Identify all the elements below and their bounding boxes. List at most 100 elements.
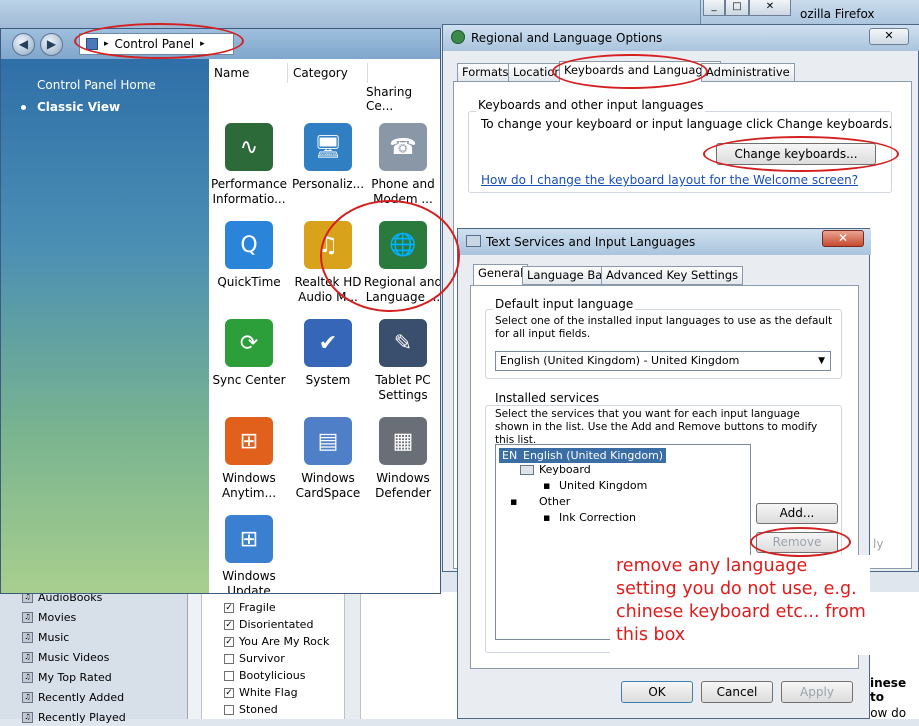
playlist-item[interactable]: ♫ Music — [22, 628, 69, 646]
playlist-icon: ♫ — [22, 711, 33, 723]
control-panel-item-label: QuickTime — [217, 275, 281, 289]
column-name[interactable]: Name — [209, 63, 288, 83]
song-row[interactable]: Stoned — [224, 701, 278, 718]
chevron-down-icon[interactable]: ▼ — [818, 352, 825, 370]
song-row[interactable]: ✓ Fragile — [224, 599, 276, 616]
control-panel-item[interactable]: ▦ Windows Defender — [363, 417, 440, 501]
forward-button[interactable]: ▶ — [40, 33, 63, 56]
add-button[interactable]: Add... — [756, 503, 838, 524]
song-checkbox[interactable]: ✓ — [224, 602, 234, 613]
control-panel-item[interactable]: ∿ Performance Informatio... — [209, 123, 289, 207]
control-panel-item-label: Performance Informatio... — [210, 177, 288, 206]
control-panel-item[interactable]: ⊞ Windows Update — [209, 515, 289, 594]
song-checkbox[interactable] — [224, 670, 234, 681]
tree-ink-correction[interactable]: Ink Correction — [559, 511, 636, 524]
control-panel-item[interactable]: ✔ System — [288, 319, 368, 388]
default-language-label: Default input language — [493, 297, 636, 311]
control-panel-item[interactable]: Q QuickTime — [209, 221, 289, 290]
tree-language-code[interactable]: EN — [499, 448, 521, 463]
song-checkbox[interactable]: ✓ — [224, 687, 234, 698]
close-button[interactable]: ✕ — [749, 0, 791, 16]
cancel-button[interactable]: Cancel — [701, 681, 773, 703]
dialog-titlebar: Text Services and Input Languages — [458, 229, 871, 255]
tree-language-name[interactable]: English (United Kingdom) — [520, 448, 667, 463]
tab-advanced-key-settings[interactable]: Advanced Key Settings — [601, 266, 744, 285]
close-icon[interactable]: ✕ — [822, 230, 864, 247]
sharing-center-label[interactable]: Sharing Ce... — [366, 85, 440, 113]
song-row[interactable]: ✓ Disorientated — [224, 616, 313, 633]
playlist-icon: ♫ — [22, 611, 33, 623]
dialog-title: Regional and Language Options — [471, 31, 663, 45]
song-checkbox[interactable]: ✓ — [224, 619, 234, 630]
song-checkbox[interactable] — [224, 653, 234, 664]
performance-icon: ∿ — [225, 123, 273, 171]
song-row[interactable]: ✓ White Flag — [224, 684, 298, 701]
annotation-circle-address — [74, 23, 244, 59]
song-row[interactable]: ✓ You Are My Rock — [224, 633, 329, 650]
apply-button-partial[interactable]: ly — [873, 537, 883, 551]
control-panel-home-link[interactable]: Control Panel Home — [37, 78, 156, 92]
control-panel-item-label: Sync Center — [212, 373, 286, 387]
keyboard-icon — [466, 235, 481, 247]
classic-view-link[interactable]: Classic View — [37, 100, 120, 114]
quicktime-icon: Q — [225, 221, 273, 269]
annotation-circle-tab — [552, 54, 708, 89]
control-panel-item[interactable]: ⊞ Windows Anytim... — [209, 417, 289, 501]
playlist-item[interactable]: ♫ Recently Played — [22, 708, 126, 726]
globe-icon — [451, 30, 465, 44]
playlist-item[interactable]: ♫ Movies — [22, 608, 76, 626]
control-panel-sidebar: Control Panel Home Classic View — [1, 59, 209, 593]
tree-keyboard-layout[interactable]: United Kingdom — [559, 479, 647, 492]
keyboards-group-label: Keyboards and other input languages — [476, 98, 706, 112]
playlist-item[interactable]: ♫ Music Videos — [22, 648, 109, 666]
song-row[interactable]: Survivor — [224, 650, 285, 667]
itunes-divider — [188, 592, 202, 719]
default-language-value: English (United Kingdom) - United Kingdo… — [500, 354, 740, 367]
column-category[interactable]: Category — [288, 63, 368, 83]
playlist-icon: ♫ — [22, 671, 33, 683]
playlist-item[interactable]: ♫ Recently Added — [22, 688, 124, 706]
back-button[interactable]: ◀ — [12, 33, 35, 56]
annotation-note: remove any language setting you do not u… — [610, 555, 870, 655]
bullet-icon — [21, 105, 26, 110]
control-panel-item[interactable]: ▤ Windows CardSpace — [288, 417, 368, 501]
default-language-select[interactable]: English (United Kingdom) - United Kingdo… — [495, 351, 831, 371]
ok-button[interactable]: OK — [621, 681, 693, 703]
control-panel-item-label: Tablet PC Settings — [375, 373, 431, 402]
control-panel-item-label: Windows Anytim... — [221, 471, 277, 500]
control-panel-item-label: Personaliz... — [291, 177, 365, 191]
song-checkbox[interactable]: ✓ — [224, 636, 234, 647]
tab-formats[interactable]: Formats — [457, 63, 514, 82]
tree-keyboard[interactable]: Keyboard — [539, 463, 591, 476]
tab-general[interactable]: General — [473, 264, 529, 285]
minimize-button[interactable]: _ — [703, 0, 725, 16]
windows-icon: ⊞ — [225, 417, 273, 465]
playlist-icon: ♫ — [22, 631, 33, 643]
tablet-icon: ✎ — [379, 319, 427, 367]
dialog-titlebar: Regional and Language Options — [443, 25, 919, 51]
close-icon[interactable]: ✕ — [869, 28, 909, 45]
tree-bullet-icon: ▪ — [510, 495, 518, 508]
control-panel-item[interactable]: ☎ Phone and Modem ... — [363, 123, 440, 207]
tab-administrative[interactable]: Administrative — [701, 63, 795, 82]
playlist-item[interactable]: ♫ My Top Rated — [22, 668, 112, 686]
tab-language-bar[interactable]: Language Bar — [522, 266, 613, 285]
welcome-screen-help-link[interactable]: How do I change the keyboard layout for … — [481, 173, 858, 187]
control-panel-item[interactable]: 🖥 Personaliz... — [288, 123, 368, 192]
maximize-button[interactable]: □ — [725, 0, 749, 16]
control-panel-item[interactable]: ✎ Tablet PC Settings — [363, 319, 440, 403]
forum-text: inese to — [870, 676, 907, 704]
system-icon: ✔ — [304, 319, 352, 367]
apply-button[interactable]: Apply — [781, 681, 853, 703]
phone-icon: ☎ — [379, 123, 427, 171]
firefox-title: ozilla Firefox — [800, 7, 875, 21]
control-panel-item[interactable]: ⟳ Sync Center — [209, 319, 289, 388]
song-row[interactable]: Bootylicious — [224, 667, 305, 684]
tree-other[interactable]: Other — [539, 495, 570, 508]
control-panel-item-label: Windows Update — [222, 569, 276, 594]
song-checkbox[interactable] — [224, 704, 234, 715]
defender-icon: ▦ — [379, 417, 427, 465]
installed-services-text: Select the services that you want for ea… — [495, 408, 818, 446]
annotation-circle-regional-icon — [320, 200, 460, 312]
itunes-scrollbar[interactable] — [345, 592, 361, 719]
